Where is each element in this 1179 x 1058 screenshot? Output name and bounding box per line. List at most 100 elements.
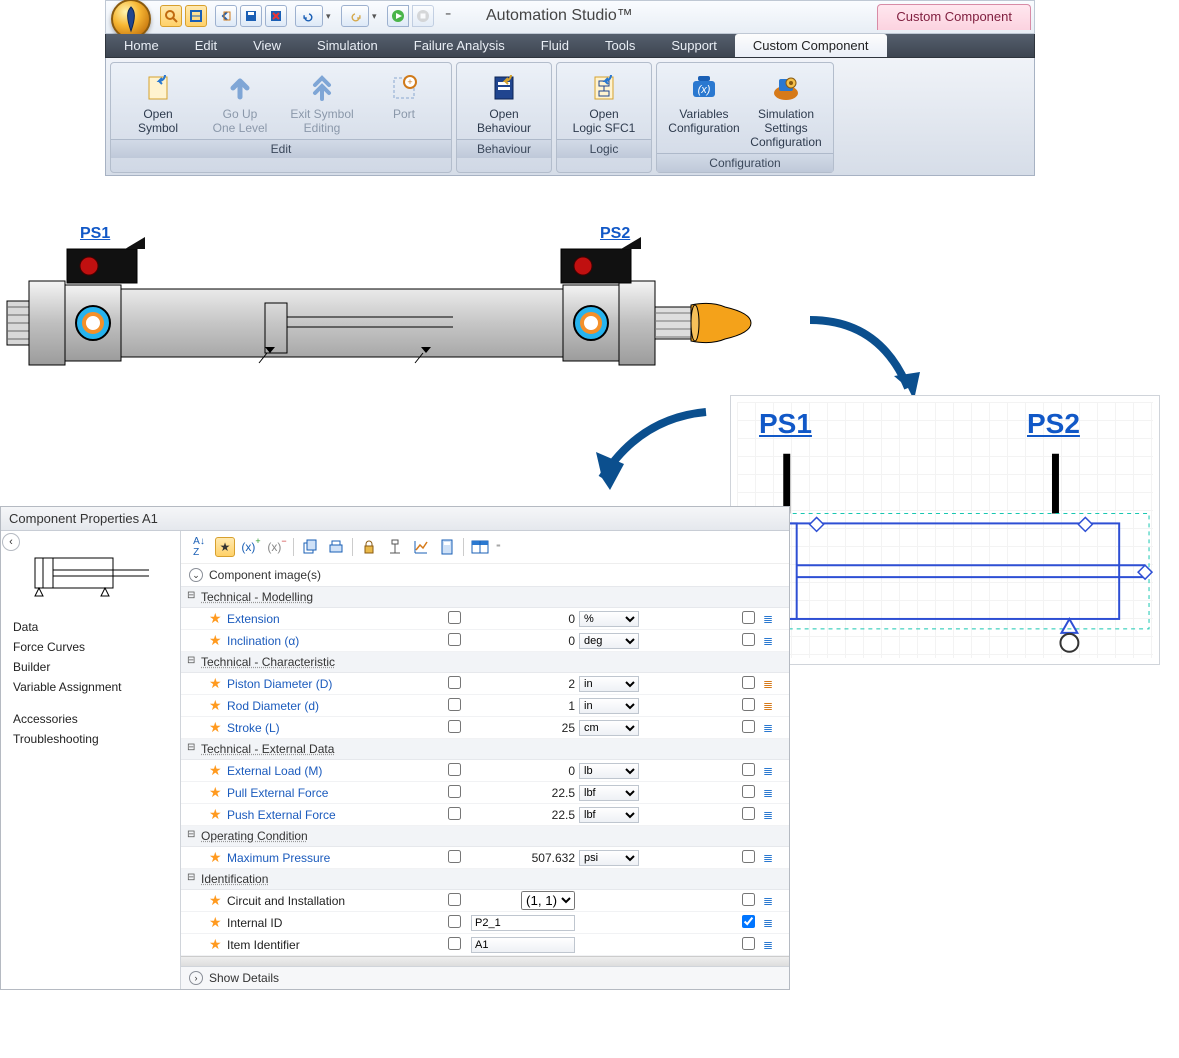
category-technical-characteristic[interactable]: Technical - Characteristic [181, 652, 789, 673]
lock-checkbox[interactable] [448, 611, 461, 624]
lock-checkbox[interactable] [448, 676, 461, 689]
star-icon[interactable]: ★ [209, 697, 227, 714]
qa-btn-1[interactable] [160, 5, 182, 27]
sort-az-button[interactable]: A↓Z [189, 537, 209, 557]
star-icon[interactable]: ★ [209, 806, 227, 823]
lock-checkbox[interactable] [448, 807, 461, 820]
unit-select[interactable]: cm [579, 720, 639, 736]
unit-select[interactable]: in [579, 676, 639, 692]
property-name[interactable]: Piston Diameter (D) [227, 677, 437, 691]
display-checkbox[interactable] [742, 611, 755, 624]
menu-tab-custom-component[interactable]: Custom Component [735, 34, 887, 57]
lock-checkbox[interactable] [448, 893, 461, 906]
ribbon-btn-open-logic-sfc1[interactable]: OpenLogic SFC1 [563, 69, 645, 137]
fx-add-button[interactable]: (x)+ [241, 537, 261, 557]
star-icon[interactable]: ★ [209, 632, 227, 649]
display-checkbox[interactable] [742, 893, 755, 906]
property-name[interactable]: Inclination (α) [227, 634, 437, 648]
collapse-button[interactable]: ‹ [2, 533, 20, 551]
menu-tab-edit[interactable]: Edit [177, 34, 235, 57]
link-icon[interactable]: ≣ [763, 612, 781, 626]
star-icon[interactable]: ★ [209, 610, 227, 627]
link-icon[interactable]: ≣ [763, 786, 781, 800]
unit-select[interactable]: deg [579, 633, 639, 649]
side-nav-force-curves[interactable]: Force Curves [9, 637, 172, 657]
link-icon[interactable]: ≣ [763, 851, 781, 865]
display-checkbox[interactable] [742, 915, 755, 928]
display-checkbox[interactable] [742, 850, 755, 863]
lock-checkbox[interactable] [448, 937, 461, 950]
lock-button[interactable] [359, 537, 379, 557]
ribbon-btn-variables-configuration[interactable]: (x)VariablesConfiguration [663, 69, 745, 151]
section-header[interactable]: ⌄ Component image(s) [181, 564, 789, 587]
side-nav-data[interactable]: Data [9, 617, 172, 637]
star-icon[interactable]: ★ [209, 849, 227, 866]
side-nav-variable-assignment[interactable]: Variable Assignment [9, 677, 172, 697]
table-button[interactable] [470, 537, 490, 557]
qa-save-button[interactable] [240, 5, 262, 27]
property-name[interactable]: Circuit and Installation [227, 894, 437, 908]
unit-select[interactable]: lbf [579, 785, 639, 801]
property-name[interactable]: Extension [227, 612, 437, 626]
filter-button[interactable] [385, 537, 405, 557]
value-cell[interactable]: 0 [471, 612, 579, 626]
menu-tab-support[interactable]: Support [653, 34, 735, 57]
value-cell[interactable]: 22.5 [471, 786, 579, 800]
link-icon[interactable]: ≣ [763, 916, 781, 930]
property-name[interactable]: Internal ID [227, 916, 437, 930]
menu-tab-simulation[interactable]: Simulation [299, 34, 396, 57]
qa-redo-action[interactable] [341, 5, 369, 27]
unit-select[interactable]: % [579, 611, 639, 627]
qa-undo-action[interactable] [295, 5, 323, 27]
dropdown-icon[interactable]: ▾ [326, 11, 338, 22]
link-icon[interactable]: ≣ [763, 699, 781, 713]
ribbon-btn-open-behaviour[interactable]: OpenBehaviour [463, 69, 545, 137]
property-name[interactable]: Push External Force [227, 808, 437, 822]
link-icon[interactable]: ≣ [763, 721, 781, 735]
link-icon[interactable]: ≣ [763, 894, 781, 908]
property-name[interactable]: External Load (M) [227, 764, 437, 778]
overflow-icon[interactable]: ⁼ [445, 9, 457, 23]
dropdown-icon[interactable]: ▾ [372, 11, 384, 22]
display-checkbox[interactable] [742, 807, 755, 820]
star-icon[interactable]: ★ [209, 936, 227, 953]
lock-checkbox[interactable] [448, 785, 461, 798]
value-input[interactable] [471, 915, 575, 931]
unit-select[interactable]: lb [579, 763, 639, 779]
value-cell[interactable]: 25 [471, 721, 579, 735]
display-checkbox[interactable] [742, 633, 755, 646]
qa-undo-button[interactable] [215, 5, 237, 27]
print-button[interactable] [326, 537, 346, 557]
fx-remove-button[interactable]: (x)− [267, 537, 287, 557]
lock-checkbox[interactable] [448, 720, 461, 733]
menu-tab-failure-analysis[interactable]: Failure Analysis [396, 34, 523, 57]
side-nav-builder[interactable]: Builder [9, 657, 172, 677]
menu-tab-home[interactable]: Home [106, 34, 177, 57]
link-icon[interactable]: ≣ [763, 808, 781, 822]
qa-play-button[interactable] [387, 5, 409, 27]
star-icon[interactable]: ★ [209, 914, 227, 931]
footer[interactable]: › Show Details [181, 966, 789, 989]
category-identification[interactable]: Identification [181, 869, 789, 890]
qa-btn-2[interactable] [185, 5, 207, 27]
value-dropdown[interactable]: (1, 1) [521, 891, 575, 910]
star-icon[interactable]: ★ [209, 784, 227, 801]
link-icon[interactable]: ≣ [763, 938, 781, 952]
lock-checkbox[interactable] [448, 763, 461, 776]
category-operating-condition[interactable]: Operating Condition [181, 826, 789, 847]
unit-select[interactable]: lbf [579, 807, 639, 823]
link-icon[interactable]: ≣ [763, 677, 781, 691]
display-checkbox[interactable] [742, 720, 755, 733]
value-cell[interactable]: 1 [471, 699, 579, 713]
link-icon[interactable]: ≣ [763, 764, 781, 778]
display-checkbox[interactable] [742, 785, 755, 798]
value-input[interactable] [471, 937, 575, 953]
value-cell[interactable]: 0 [471, 764, 579, 778]
menu-tab-tools[interactable]: Tools [587, 34, 653, 57]
star-icon[interactable]: ★ [209, 892, 227, 909]
category-technical-external-data[interactable]: Technical - External Data [181, 739, 789, 760]
value-cell[interactable]: 22.5 [471, 808, 579, 822]
unit-select[interactable]: in [579, 698, 639, 714]
display-checkbox[interactable] [742, 937, 755, 950]
property-name[interactable]: Rod Diameter (d) [227, 699, 437, 713]
